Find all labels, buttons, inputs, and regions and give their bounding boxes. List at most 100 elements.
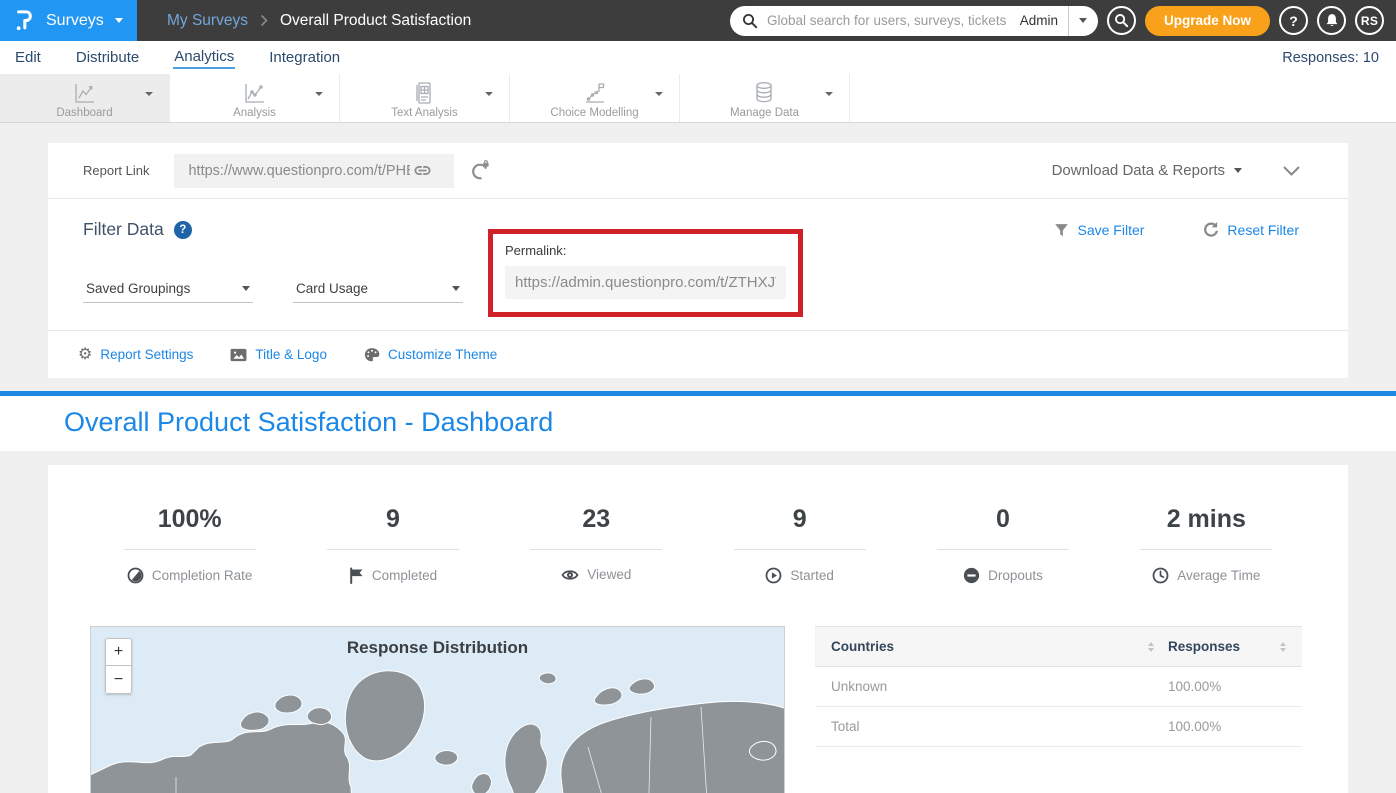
stat-label: Completion Rate	[152, 568, 253, 583]
notifications-button[interactable]	[1317, 6, 1346, 35]
tab-manage-data[interactable]: Manage Data	[680, 74, 850, 122]
customize-theme-button[interactable]: Customize Theme	[364, 347, 497, 363]
filter-help-icon[interactable]: ?	[174, 221, 192, 239]
save-filter-label: Save Filter	[1078, 222, 1145, 238]
report-settings-card: Report Link	[48, 143, 1348, 378]
chevron-down-icon	[145, 92, 153, 113]
nav-analytics[interactable]: Analytics	[173, 47, 235, 69]
chevron-down-icon	[485, 92, 493, 113]
stat-value: 100%	[158, 505, 222, 534]
zoom-in-button[interactable]: +	[105, 638, 132, 666]
save-filter-button[interactable]: Save Filter	[1053, 221, 1145, 238]
tab-text-analysis[interactable]: Text Analysis	[340, 74, 510, 122]
zoom-out-button[interactable]: −	[105, 666, 132, 694]
tab-label: Dashboard	[56, 107, 112, 119]
download-label: Download Data & Reports	[1052, 162, 1225, 179]
reset-filter-button[interactable]: Reset Filter	[1202, 221, 1299, 238]
nav-edit[interactable]: Edit	[14, 48, 42, 68]
filter-data-title: Filter Data	[83, 219, 164, 240]
globe-lock-icon[interactable]	[471, 160, 491, 181]
collapse-panel-chevron-icon[interactable]	[1282, 165, 1301, 177]
responses-cell: 100.00%	[1168, 679, 1286, 694]
chevron-down-icon	[115, 18, 123, 23]
database-icon	[751, 80, 777, 106]
permalink-highlight: Permalink:	[488, 229, 803, 317]
stat-average-time: 2 mins Average Time	[1105, 505, 1308, 584]
permalink-input[interactable]	[505, 266, 786, 299]
report-settings-button[interactable]: ⚙ Report Settings	[78, 347, 193, 363]
nav-integration[interactable]: Integration	[268, 48, 341, 68]
chevron-down-icon	[1079, 18, 1087, 23]
questionpro-logo-icon	[15, 8, 35, 33]
breadcrumb: My Surveys Overall Product Satisfaction	[167, 12, 471, 30]
divider	[1140, 549, 1272, 550]
breadcrumb-current: Overall Product Satisfaction	[280, 12, 471, 30]
stat-value: 9	[386, 505, 400, 534]
sort-responses-header[interactable]: Responses	[1168, 639, 1286, 654]
survey-nav: Edit Distribute Analytics Integration Re…	[0, 41, 1396, 74]
divider	[734, 549, 866, 550]
stats-row: 100% Completion Rate 9 Completed	[88, 505, 1308, 584]
saved-groupings-dropdown[interactable]: Saved Groupings	[83, 275, 253, 303]
tab-analysis[interactable]: Analysis	[170, 74, 340, 122]
analysis-chart-icon	[241, 80, 267, 106]
divider	[937, 549, 1069, 550]
country-cell: Unknown	[831, 679, 1168, 694]
stat-label: Dropouts	[988, 568, 1043, 583]
tab-dashboard-menu[interactable]	[145, 96, 153, 114]
chevron-down-icon	[452, 286, 460, 291]
tab-manage-data-menu[interactable]	[825, 96, 833, 114]
sort-icon	[1280, 642, 1286, 652]
report-link-field	[174, 154, 454, 188]
product-switcher[interactable]: Surveys	[0, 0, 137, 41]
report-link-input[interactable]	[186, 162, 412, 180]
product-name: Surveys	[46, 12, 104, 30]
stat-value: 0	[996, 505, 1010, 534]
search-button[interactable]	[1107, 6, 1136, 35]
title-logo-label: Title & Logo	[255, 347, 327, 362]
gear-icon: ⚙	[78, 347, 92, 363]
download-data-reports-button[interactable]: Download Data & Reports	[1052, 162, 1242, 179]
tab-choice-modelling[interactable]: Choice Modelling	[510, 74, 680, 122]
page-title: Overall Product Satisfaction - Dashboard	[64, 407, 1332, 438]
map-zoom-controls: + −	[105, 638, 132, 694]
stat-label: Average Time	[1177, 568, 1260, 583]
analytics-tabstrip: Dashboard Analysis	[0, 74, 1396, 123]
breadcrumb-my-surveys[interactable]: My Surveys	[167, 12, 248, 30]
tab-analysis-menu[interactable]	[315, 96, 323, 114]
response-distribution-map[interactable]: Response Distribution + −	[90, 626, 785, 793]
upgrade-now-button[interactable]: Upgrade Now	[1145, 6, 1270, 36]
help-button[interactable]: ?	[1279, 6, 1308, 35]
report-link-label: Report Link	[83, 163, 149, 178]
sort-countries-header[interactable]: Countries	[831, 639, 1168, 654]
table-row: Unknown 100.00%	[815, 667, 1302, 707]
title-band: Overall Product Satisfaction - Dashboard	[0, 396, 1396, 451]
global-search-input[interactable]	[765, 12, 1016, 29]
tab-dashboard[interactable]: Dashboard	[0, 74, 170, 122]
responses-count: Responses: 10	[1282, 50, 1382, 66]
stat-value: 2 mins	[1167, 505, 1246, 534]
page: Surveys My Surveys Overall Product Satis…	[0, 0, 1396, 793]
link-icon[interactable]	[412, 163, 433, 178]
avatar[interactable]: RS	[1355, 6, 1384, 35]
saved-groupings-label: Saved Groupings	[86, 281, 190, 296]
search-scope-dropdown[interactable]	[1068, 6, 1098, 36]
stat-dropouts: 0 Dropouts	[901, 505, 1104, 584]
stat-label: Completed	[372, 568, 437, 583]
play-circle-icon	[765, 567, 782, 584]
tab-choice-modelling-menu[interactable]	[655, 96, 663, 114]
report-row-actions: Download Data & Reports	[1052, 162, 1313, 179]
card-usage-dropdown[interactable]: Card Usage	[293, 275, 463, 303]
stat-completed: 9 Completed	[291, 505, 494, 584]
tab-text-analysis-menu[interactable]	[485, 96, 493, 114]
responses-cell: 100.00%	[1168, 719, 1286, 734]
nav-distribute[interactable]: Distribute	[75, 48, 140, 68]
document-grid-icon	[411, 80, 437, 106]
title-logo-button[interactable]: Title & Logo	[230, 347, 327, 362]
search-icon	[742, 13, 758, 29]
chevron-down-icon	[655, 92, 663, 113]
country-cell: Total	[831, 719, 1168, 734]
bell-icon	[1324, 12, 1340, 29]
global-search: Admin	[730, 6, 1098, 36]
chevron-down-icon	[1234, 168, 1242, 173]
